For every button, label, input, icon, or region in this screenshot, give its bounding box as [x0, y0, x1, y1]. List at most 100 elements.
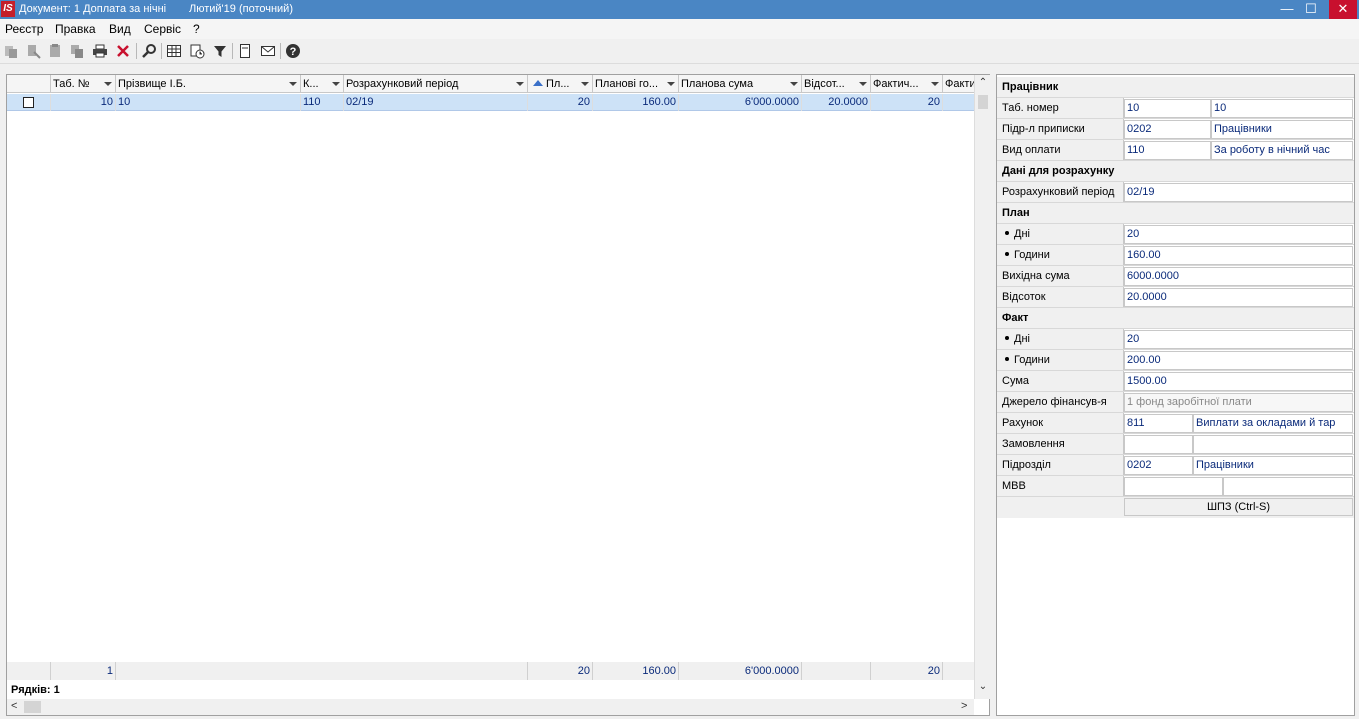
- copy-doc-icon[interactable]: [2, 42, 20, 60]
- field-label: Дні: [997, 224, 1124, 244]
- row-select-cell[interactable]: [7, 94, 51, 111]
- department-code-input[interactable]: 0202: [1124, 120, 1211, 139]
- scroll-thumb[interactable]: [978, 95, 988, 109]
- table-view-icon[interactable]: [165, 42, 183, 60]
- mvv-name-input[interactable]: [1223, 477, 1353, 496]
- calc-period-input[interactable]: 02/19: [1124, 183, 1353, 202]
- field-label: Відсоток: [997, 287, 1124, 307]
- chevron-down-icon[interactable]: [581, 82, 589, 86]
- menu-view[interactable]: Вид: [109, 22, 131, 36]
- table-row[interactable]: 10 10 110 02/19 20 160.00 6'000.0000 20.…: [7, 94, 974, 111]
- chevron-down-icon[interactable]: [667, 82, 675, 86]
- cell-plan-days[interactable]: 20: [528, 94, 593, 111]
- plan-hours-input[interactable]: 160.00: [1124, 246, 1353, 265]
- grid-header: Таб. № Прізвище І.Б. К... Розрахунковий …: [7, 75, 974, 93]
- details-panel: Працівник Таб. номер 10 10 Підр-л припис…: [996, 74, 1355, 716]
- search-icon[interactable]: [140, 42, 158, 60]
- subdivision-code-input[interactable]: 0202: [1124, 456, 1193, 475]
- fact-hours-input[interactable]: 200.00: [1124, 351, 1353, 370]
- menu-registry[interactable]: Реєстр: [5, 22, 43, 36]
- col-period[interactable]: Розрахунковий період: [344, 75, 528, 93]
- menu-service[interactable]: Сервіс: [144, 22, 181, 36]
- chevron-down-icon[interactable]: [332, 82, 340, 86]
- fact-days-input[interactable]: 20: [1124, 330, 1353, 349]
- col-percent[interactable]: Відсот...: [802, 75, 871, 93]
- col-name[interactable]: Прізвище І.Б.: [116, 75, 301, 93]
- col-plan-days[interactable]: Пл...: [528, 75, 593, 93]
- delete-icon[interactable]: [114, 42, 132, 60]
- col-selector: [7, 75, 51, 93]
- funding-source-input[interactable]: 1 фонд заробітної плати: [1124, 393, 1353, 412]
- toolbar-separator: [280, 43, 281, 59]
- menu-bar: Реєстр Правка Вид Сервіс ?: [0, 19, 1359, 39]
- account-name-input[interactable]: Виплати за окладами й тар: [1193, 414, 1353, 433]
- vertical-scrollbar[interactable]: ⌃ ⌄: [974, 75, 990, 699]
- plan-days-input[interactable]: 20: [1124, 225, 1353, 244]
- help-icon[interactable]: ?: [284, 42, 302, 60]
- col-label: Планові го...: [595, 78, 659, 90]
- tab-number-name-input[interactable]: 10: [1211, 99, 1353, 118]
- menu-edit[interactable]: Правка: [55, 22, 96, 36]
- percent-input[interactable]: 20.0000: [1124, 288, 1353, 307]
- subdivision-name-input[interactable]: Працівники: [1193, 456, 1353, 475]
- order-name-input[interactable]: [1193, 435, 1353, 454]
- field-department: Підр-л приписки 0202 Працівники: [997, 119, 1354, 140]
- col-tab-number[interactable]: Таб. №: [51, 75, 116, 93]
- bullet-icon: [1005, 252, 1009, 257]
- form-icon[interactable]: [236, 42, 254, 60]
- horizontal-scrollbar[interactable]: < >: [7, 699, 974, 715]
- base-sum-input[interactable]: 6000.0000: [1124, 267, 1353, 286]
- chevron-down-icon[interactable]: [289, 82, 297, 86]
- field-fact-hours: Години 200.00: [997, 350, 1354, 371]
- col-fact-days[interactable]: Фактич...: [871, 75, 943, 93]
- department-name-input[interactable]: Працівники: [1211, 120, 1353, 139]
- col-fact-more[interactable]: Факти: [943, 75, 974, 93]
- chevron-down-icon[interactable]: [104, 82, 112, 86]
- chevron-down-icon[interactable]: [931, 82, 939, 86]
- mail-icon[interactable]: [259, 42, 277, 60]
- mvv-code-input[interactable]: [1124, 477, 1223, 496]
- cell-tab-number[interactable]: 10: [51, 94, 116, 111]
- cell-code[interactable]: 110: [301, 94, 344, 111]
- col-plan-hours[interactable]: Планові го...: [593, 75, 679, 93]
- cell-name[interactable]: 10: [116, 94, 301, 111]
- order-code-input[interactable]: [1124, 435, 1193, 454]
- cell-percent[interactable]: 20.0000: [802, 94, 871, 111]
- account-code-input[interactable]: 811: [1124, 414, 1193, 433]
- col-plan-sum[interactable]: Планова сума: [679, 75, 802, 93]
- col-label: Планова сума: [681, 78, 754, 90]
- total-blank: [116, 662, 528, 680]
- scroll-down-icon[interactable]: ⌄: [975, 681, 991, 692]
- paste-doc-icon[interactable]: [46, 42, 64, 60]
- close-button[interactable]: ✕: [1329, 0, 1357, 19]
- duplicate-doc-icon[interactable]: [68, 42, 86, 60]
- col-label: Фактич...: [873, 78, 919, 90]
- row-checkbox[interactable]: [23, 97, 34, 108]
- maximize-button[interactable]: ☐: [1297, 0, 1325, 19]
- calc-icon[interactable]: [188, 42, 206, 60]
- tab-number-code-input[interactable]: 10: [1124, 99, 1211, 118]
- scroll-thumb[interactable]: [24, 701, 41, 713]
- filter-icon[interactable]: [211, 42, 229, 60]
- cell-fact-more[interactable]: [943, 94, 974, 111]
- cell-period[interactable]: 02/19: [344, 94, 528, 111]
- scroll-right-icon[interactable]: >: [961, 700, 967, 712]
- cell-fact-days[interactable]: 20: [871, 94, 943, 111]
- chevron-down-icon[interactable]: [516, 82, 524, 86]
- chevron-down-icon[interactable]: [859, 82, 867, 86]
- cell-plan-sum[interactable]: 6'000.0000: [679, 94, 802, 111]
- sum-input[interactable]: 1500.00: [1124, 372, 1353, 391]
- scroll-up-icon[interactable]: ⌃: [975, 77, 991, 88]
- chevron-down-icon[interactable]: [790, 82, 798, 86]
- shpz-button[interactable]: ШПЗ (Ctrl-S): [1124, 498, 1353, 516]
- cut-doc-icon[interactable]: [24, 42, 42, 60]
- col-code[interactable]: К...: [301, 75, 344, 93]
- cell-plan-hours[interactable]: 160.00: [593, 94, 679, 111]
- scroll-left-icon[interactable]: <: [11, 700, 17, 712]
- pay-type-code-input[interactable]: 110: [1124, 141, 1211, 160]
- field-percent: Відсоток 20.0000: [997, 287, 1354, 308]
- print-icon[interactable]: [91, 42, 109, 60]
- menu-help[interactable]: ?: [193, 22, 200, 36]
- grid-totals-row: 1 20 160.00 6'000.0000 20: [7, 662, 974, 680]
- pay-type-name-input[interactable]: За роботу в нічний час: [1211, 141, 1353, 160]
